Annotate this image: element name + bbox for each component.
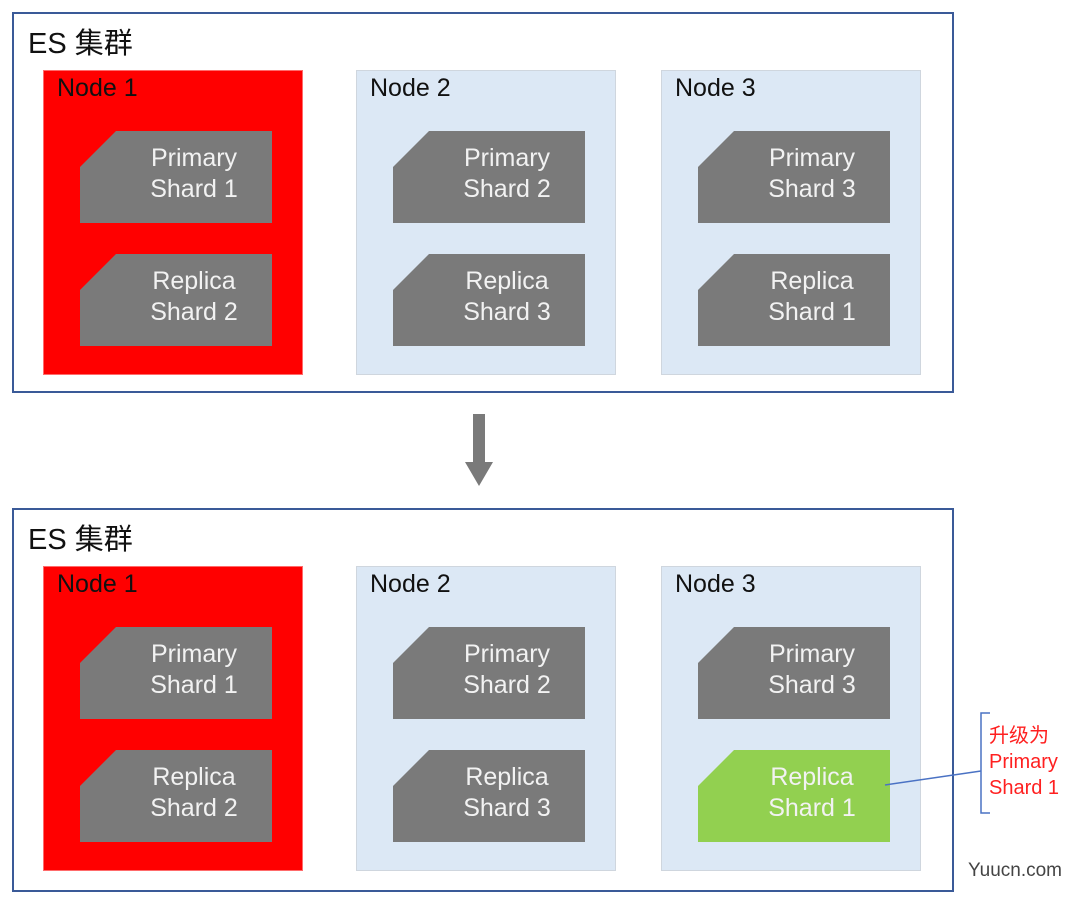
node-label: Node 2 xyxy=(370,570,451,598)
node-2: Node 2 Primary Shard 2 Replica Shard 3 xyxy=(356,70,616,375)
node-label: Node 2 xyxy=(370,74,451,102)
shard-type: Replica xyxy=(770,763,854,791)
shard-type: Primary xyxy=(463,640,551,668)
cluster-before: ES 集群 Node 1 Primary Shard 1 Replica Shard… xyxy=(12,12,954,393)
node-label: Node 3 xyxy=(675,570,756,598)
down-arrow-icon xyxy=(465,414,493,486)
shard-card: Primary Shard 2 xyxy=(393,131,585,223)
shard-card: Primary Shard 3 xyxy=(698,131,890,223)
shard-id: Shard 2 xyxy=(463,671,551,699)
shard-id: Shard 3 xyxy=(768,671,856,699)
shard-card: Replica Shard 3 xyxy=(393,254,585,346)
shard-card: Primary Shard 3 xyxy=(698,627,890,719)
shard-id: Shard 3 xyxy=(768,175,856,203)
shard-type: Replica xyxy=(770,267,854,295)
shard-id: Shard 1 xyxy=(150,175,238,203)
shard-card: Replica Shard 2 xyxy=(80,254,272,346)
shard-id: Shard 3 xyxy=(463,298,551,326)
annotation-line: Shard 1 xyxy=(989,777,1060,799)
promoted-shard-card: Replica Shard 1 xyxy=(698,750,890,842)
shard-card: Replica Shard 2 xyxy=(80,750,272,842)
shard-type: Replica xyxy=(465,267,549,295)
shard-type: Primary xyxy=(768,144,856,172)
shard-id: Shard 1 xyxy=(768,298,856,326)
shard-id: Shard 2 xyxy=(150,298,238,326)
annotation-line: Primary xyxy=(989,751,1058,773)
cluster-title: ES 集群 xyxy=(28,524,133,556)
node-3: Node 3 Primary Shard 3 Replica Shard 1 xyxy=(661,566,921,871)
shard-type: Primary xyxy=(768,640,856,668)
shard-type: Replica xyxy=(465,763,549,791)
shard-type: Replica xyxy=(152,763,236,791)
shard-type: Primary xyxy=(150,640,238,668)
shard-id: Shard 1 xyxy=(768,794,856,822)
shard-card: Primary Shard 1 xyxy=(80,131,272,223)
node-1: Node 1 Primary Shard 1 Replica Shard 2 xyxy=(43,566,303,871)
shard-id: Shard 1 xyxy=(150,671,238,699)
node-label: Node 1 xyxy=(57,570,138,598)
node-2: Node 2 Primary Shard 2 Replica Shard 3 xyxy=(356,566,616,871)
shard-id: Shard 3 xyxy=(463,794,551,822)
node-1: Node 1 Primary Shard 1 Replica Shard 2 xyxy=(43,70,303,375)
shard-id: Shard 2 xyxy=(463,175,551,203)
shard-card: Replica Shard 3 xyxy=(393,750,585,842)
shard-card: Primary Shard 1 xyxy=(80,627,272,719)
cluster-after: ES 集群 Node 1 Primary Shard 1 Replica Shard… xyxy=(12,508,954,892)
watermark: Yuucn.com xyxy=(968,860,1062,881)
node-3: Node 3 Primary Shard 3 Replica Shard 1 xyxy=(661,70,921,375)
shard-card: Primary Shard 2 xyxy=(393,627,585,719)
node-label: Node 3 xyxy=(675,74,756,102)
cluster-title: ES 集群 xyxy=(28,28,133,60)
shard-type: Replica xyxy=(152,267,236,295)
shard-card: Replica Shard 1 xyxy=(698,254,890,346)
node-label: Node 1 xyxy=(57,74,138,102)
shard-type: Primary xyxy=(463,144,551,172)
shard-id: Shard 2 xyxy=(150,794,238,822)
shard-type: Primary xyxy=(150,144,238,172)
annotation-line: 升级为 xyxy=(989,725,1049,747)
annotation-text: 升级为 Primary Shard 1 xyxy=(989,723,1059,801)
